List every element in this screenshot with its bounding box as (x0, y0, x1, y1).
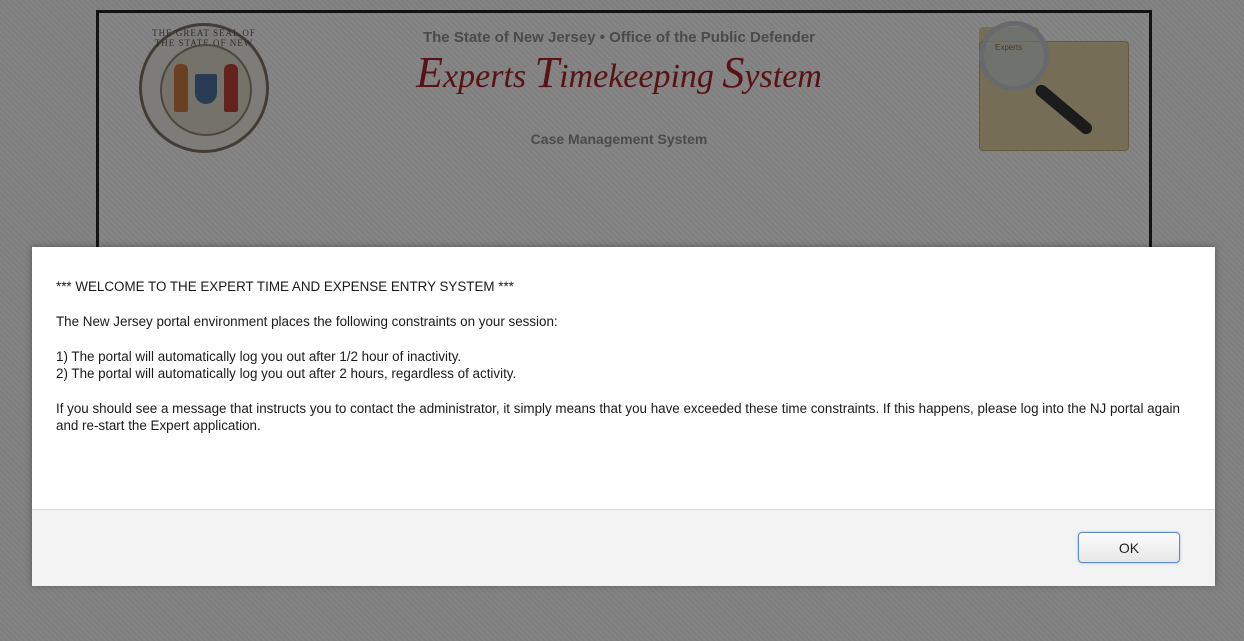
welcome-heading: *** WELCOME TO THE EXPERT TIME AND EXPEN… (56, 279, 514, 294)
dialog-footer: OK (32, 509, 1215, 586)
admin-note: If you should see a message that instruc… (56, 401, 1180, 433)
dialog-message: *** WELCOME TO THE EXPERT TIME AND EXPEN… (32, 247, 1215, 509)
welcome-dialog: *** WELCOME TO THE EXPERT TIME AND EXPEN… (32, 247, 1215, 586)
constraint-item: 2) The portal will automatically log you… (56, 366, 517, 381)
ok-button[interactable]: OK (1078, 532, 1180, 563)
constraint-item: 1) The portal will automatically log you… (56, 349, 462, 364)
constraints-intro: The New Jersey portal environment places… (56, 314, 558, 329)
